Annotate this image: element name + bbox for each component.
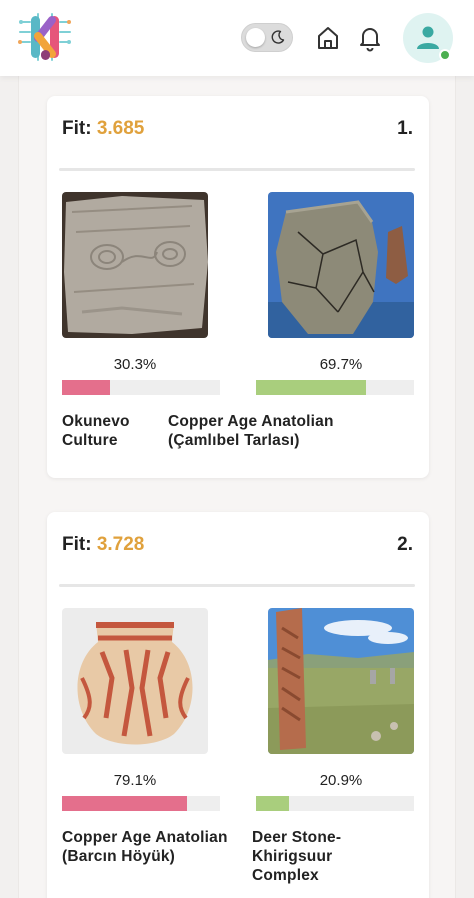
rank-number: 2. <box>397 534 413 555</box>
left-population-name: Copper Age Anatolian (Barcın Höyük) <box>62 829 228 865</box>
left-progress-fill <box>62 796 187 811</box>
logo-icon[interactable] <box>16 8 74 66</box>
left-gutter <box>0 76 18 898</box>
right-gutter <box>456 76 474 898</box>
left-progress-fill <box>62 380 110 395</box>
online-status-dot <box>439 49 451 61</box>
left-percentage: 79.1% <box>113 772 157 789</box>
right-progress-fill <box>256 796 290 811</box>
toggle-knob <box>246 28 265 47</box>
fit-label: Fit: <box>62 118 92 139</box>
fit-value: 3.728 <box>96 534 145 555</box>
rank-number: 1. <box>397 118 413 139</box>
bell-icon[interactable] <box>355 22 385 52</box>
fit-score: Fit: 3.728 <box>62 534 144 556</box>
right-population-name: Copper Age Anatolian (Çamlıbel Tarlası) <box>168 413 334 449</box>
right-percentage: 69.7% <box>319 356 363 373</box>
left-population-name: Okunevo Culture <box>62 413 130 449</box>
cracked-ceramic-pot-image <box>268 192 414 338</box>
result-card[interactable]: Fit: 3.685 1. 30.3% 69.7% Okunevo Cultur… <box>47 96 429 478</box>
theme-toggle[interactable] <box>241 23 293 52</box>
result-card[interactable]: Fit: 3.728 2. 79.1% 20.9% Copper Age Ana… <box>47 512 429 898</box>
right-percentage: 20.9% <box>319 772 363 789</box>
left-progress-bar <box>62 796 220 811</box>
left-progress-bar <box>62 380 220 395</box>
fit-value: 3.685 <box>96 118 145 139</box>
right-progress-bar <box>256 796 414 811</box>
fit-score: Fit: 3.685 <box>62 118 144 140</box>
top-app-bar <box>0 0 474 76</box>
card-divider <box>59 168 415 171</box>
moon-icon <box>271 30 285 44</box>
right-population-name: Deer Stone- Khirigsuur Complex <box>252 829 342 884</box>
card-divider <box>59 584 415 587</box>
home-icon[interactable] <box>314 24 342 52</box>
right-progress-fill <box>256 380 367 395</box>
fit-label: Fit: <box>62 534 92 555</box>
left-percentage: 30.3% <box>113 356 157 373</box>
results-list[interactable]: Fit: 3.685 1. 30.3% 69.7% Okunevo Cultur… <box>18 76 456 898</box>
painted-clay-jar-image <box>62 608 208 754</box>
standing-deer-stone-image <box>268 608 414 754</box>
user-icon <box>417 26 439 49</box>
right-progress-bar <box>256 380 414 395</box>
carved-stone-slab-image <box>62 192 208 338</box>
